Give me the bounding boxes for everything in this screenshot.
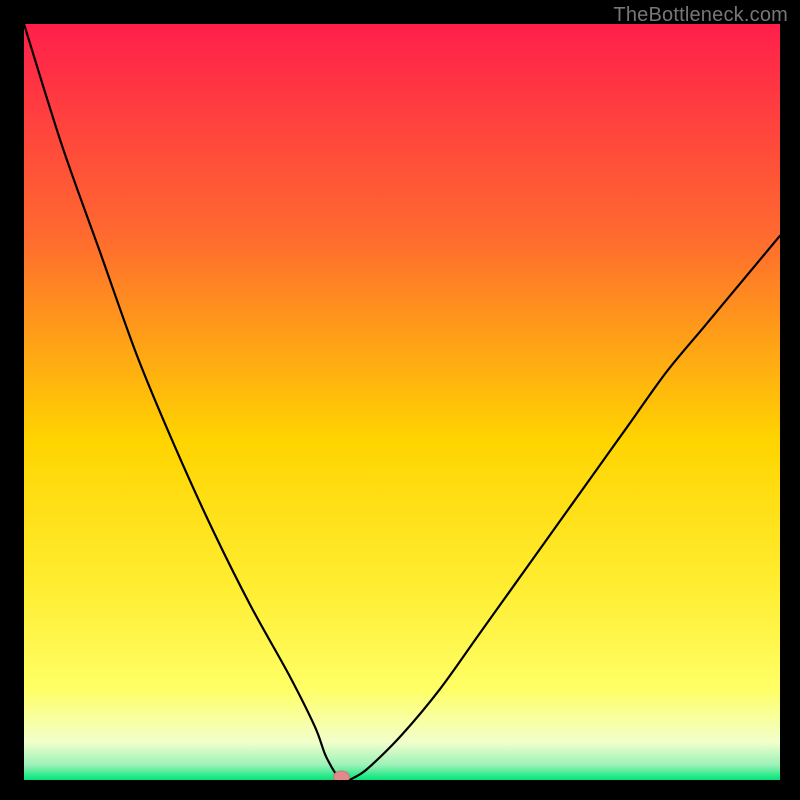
gradient-background	[24, 24, 780, 780]
watermark-text: TheBottleneck.com	[613, 4, 788, 27]
optimal-point-marker	[334, 771, 350, 780]
chart-container: TheBottleneck.com	[0, 0, 800, 800]
plot-area	[24, 24, 780, 780]
chart-svg	[24, 24, 780, 780]
